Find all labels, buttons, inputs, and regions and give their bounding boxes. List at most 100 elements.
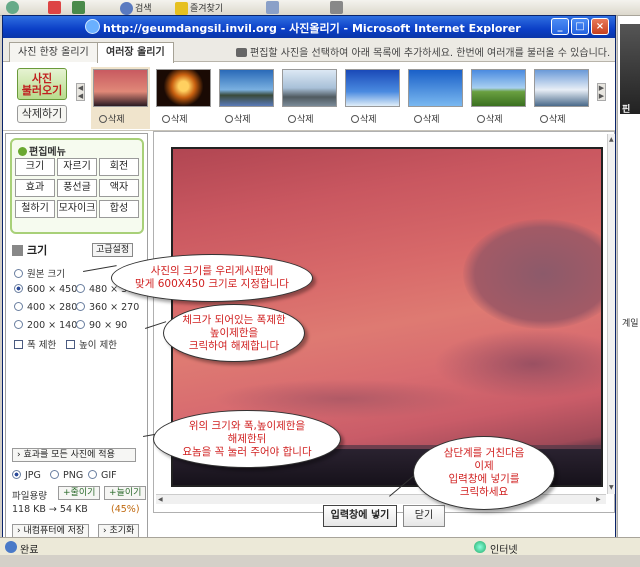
edit-menu-button[interactable]: 자르기 <box>57 158 97 176</box>
radio-icon[interactable] <box>14 269 23 278</box>
reset-button[interactable]: › 초기화 <box>98 524 140 538</box>
height-limit-label: 높이 제한 <box>79 340 117 351</box>
grow-button[interactable]: +늘이기 <box>104 486 147 500</box>
thumbnail-delete-button[interactable]: 삭제 <box>225 112 251 125</box>
tab-multi-upload[interactable]: 여러장 올리기 <box>97 42 174 63</box>
stop-icon[interactable] <box>48 1 63 15</box>
thumbnail-delete-button[interactable]: 삭제 <box>477 112 503 125</box>
radio-icon[interactable] <box>50 470 59 479</box>
delete-icon <box>351 115 359 123</box>
save-to-pc-button[interactable]: › 내컴퓨터에 저장 <box>12 524 90 538</box>
background-text: 계일 <box>622 319 639 329</box>
thumbnail[interactable]: 삭제 <box>532 67 591 129</box>
edit-menu-button[interactable]: 철하기 <box>15 200 55 218</box>
thumbnail[interactable]: 삭제 <box>406 67 465 129</box>
advanced-settings-button[interactable]: 고급설정 <box>92 243 134 257</box>
clouds-thumbnail[interactable] <box>534 69 589 107</box>
thumbnail-delete-label: 삭제 <box>486 115 503 125</box>
edit-menu-button[interactable]: 액자 <box>99 179 139 197</box>
size-option[interactable]: 400 × 280 <box>14 302 77 313</box>
edit-menu-button[interactable]: 풍선글 <box>57 179 97 197</box>
checkbox-icon[interactable] <box>66 340 75 349</box>
size-option-label: 90 × 90 <box>89 320 128 331</box>
radio-icon[interactable] <box>76 302 85 311</box>
edit-menu-button[interactable]: 모자이크 <box>57 200 97 218</box>
shrink-button[interactable]: +줄이기 <box>58 486 101 500</box>
save-label: 내컴퓨터에 저장 <box>23 526 85 536</box>
size-option[interactable]: 600 × 450 <box>14 284 77 295</box>
size-percent: (45%) <box>111 504 140 515</box>
thumbnail[interactable]: 삭제 <box>280 67 339 129</box>
thumbnail[interactable]: 삭제 <box>91 67 150 129</box>
coast-thumbnail[interactable] <box>219 69 274 107</box>
thumbnail-delete-button[interactable]: 삭제 <box>162 112 188 125</box>
checkbox-icon[interactable] <box>14 340 23 349</box>
load-photos-button[interactable]: 사진 불러오기 <box>17 68 67 100</box>
radio-icon[interactable] <box>76 320 85 329</box>
thumbnail-delete-button[interactable]: 삭제 <box>288 112 314 125</box>
edit-panel: 편집메뉴 크기 자르기 회전 효과 풍선글 액자 철하기 모자이크 합성 크기 고급설정 원본 … <box>5 133 148 543</box>
thumbnail-delete-button[interactable]: 삭제 <box>414 112 440 125</box>
fire-thumbnail[interactable] <box>156 69 211 107</box>
background-page-strip: 핀 계일 <box>617 16 640 537</box>
thumbnail[interactable]: 삭제 <box>154 67 213 129</box>
thumbnail-delete-button[interactable]: 삭제 <box>540 112 566 125</box>
radio-icon[interactable] <box>88 470 97 479</box>
favorites-toolbar-button[interactable]: 즐겨찾기 <box>175 1 223 15</box>
thumbnail-delete-button[interactable]: 삭제 <box>351 112 377 125</box>
scroll-right-icon[interactable]: ▶ ▶ <box>597 83 606 101</box>
radio-icon[interactable] <box>14 284 23 293</box>
edit-menu-button[interactable]: 회전 <box>99 158 139 176</box>
format-png[interactable]: PNG <box>50 470 83 481</box>
title-bar[interactable]: http://geumdangsil.invil.org - 사진올리기 - M… <box>3 16 615 38</box>
close-button[interactable]: × <box>591 18 609 35</box>
status-bar: 완료 인터넷 <box>0 537 640 556</box>
apply-all-button[interactable]: › 효과를 모든 사진에 적용 <box>12 448 136 462</box>
size-option-original[interactable]: 원본 크기 <box>14 266 65 280</box>
radio-icon[interactable] <box>12 470 21 479</box>
size-option[interactable]: 90 × 90 <box>76 320 127 331</box>
radio-icon[interactable] <box>76 284 85 293</box>
avatar <box>620 24 640 114</box>
delete-icon <box>288 115 296 123</box>
edit-menu-button[interactable]: 크기 <box>15 158 55 176</box>
thumbnail[interactable]: 삭제 <box>343 67 402 129</box>
sunset-thumbnail[interactable] <box>93 69 148 107</box>
scroll-left-icon[interactable]: ◀ ◀ <box>76 83 85 101</box>
callout-insert: 삼단계를 거친다음 이제 입력창에 넣기를 크릭하세요 <box>413 436 555 510</box>
back-icon[interactable] <box>6 1 21 15</box>
maximize-button[interactable]: □ <box>571 18 589 35</box>
edit-menu-button[interactable]: 합성 <box>99 200 139 218</box>
edit-menu-button[interactable]: 효과 <box>15 179 55 197</box>
field-thumbnail[interactable] <box>471 69 526 107</box>
tab-single-upload[interactable]: 사진 한장 올리기 <box>9 42 98 62</box>
thumbnail-delete-label: 삭제 <box>549 115 566 125</box>
thumbnail-delete-button[interactable]: 삭제 <box>99 112 125 125</box>
search-label: 검색 <box>135 4 152 14</box>
radio-icon[interactable] <box>14 302 23 311</box>
format-jpg[interactable]: JPG <box>12 470 41 481</box>
thumbnail[interactable]: 삭제 <box>217 67 276 129</box>
close-dialog-button[interactable]: 닫기 <box>403 505 445 527</box>
reset-label: 초기화 <box>109 526 135 536</box>
insert-button[interactable]: 입력창에 넣기 <box>323 505 397 527</box>
width-limit-checkbox[interactable]: 폭 제한 <box>14 337 56 351</box>
minimize-button[interactable]: _ <box>551 18 569 35</box>
size-option[interactable]: 200 × 140 <box>14 320 77 331</box>
rocks-thumbnail[interactable] <box>282 69 337 107</box>
format-gif[interactable]: GIF <box>88 470 117 481</box>
refresh-icon[interactable] <box>72 1 87 15</box>
height-limit-checkbox[interactable]: 높이 제한 <box>66 337 117 351</box>
vertical-scrollbar[interactable]: ▲ ▼ <box>607 134 615 494</box>
print-icon[interactable] <box>330 1 345 15</box>
mail-icon[interactable] <box>266 1 281 15</box>
thumbnail[interactable]: 삭제 <box>469 67 528 129</box>
sky-thumbnail[interactable] <box>345 69 400 107</box>
size-option-label: 200 × 140 <box>27 320 78 331</box>
thumbnail-delete-label: 삭제 <box>171 115 188 125</box>
delete-all-button[interactable]: 삭제하기 <box>17 105 67 123</box>
plane-sky-thumbnail[interactable] <box>408 69 463 107</box>
size-option[interactable]: 360 × 270 <box>76 302 139 313</box>
search-toolbar-button[interactable]: 검색 <box>120 1 152 15</box>
radio-icon[interactable] <box>14 320 23 329</box>
